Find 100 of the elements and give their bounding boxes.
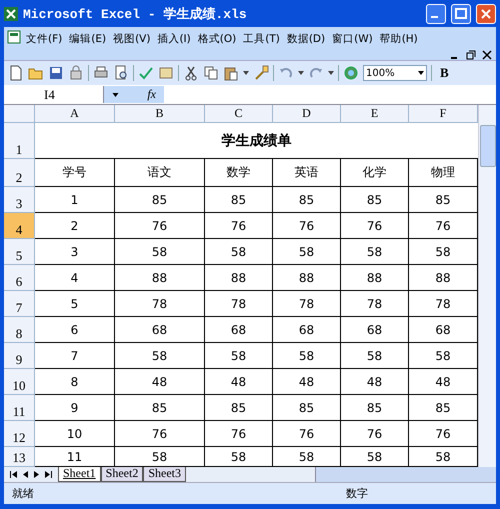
row-header[interactable]: 1 — [4, 123, 35, 159]
column-header[interactable]: E — [341, 105, 409, 123]
table-cell: 85 — [205, 395, 273, 421]
excel-logo-icon — [4, 6, 18, 20]
menu-item[interactable]: 编辑(E) — [66, 29, 110, 49]
cut-icon[interactable] — [183, 65, 199, 81]
table-cell: 2 — [35, 213, 115, 239]
row-header[interactable]: 5 — [4, 239, 35, 265]
table-cell: 4 — [35, 265, 115, 291]
table-cell: 58 — [115, 239, 205, 265]
table-cell: 76 — [115, 421, 205, 447]
table-cell: 3 — [35, 239, 115, 265]
caret-icon[interactable] — [418, 71, 424, 75]
menu-item[interactable]: 格式(O) — [194, 29, 240, 49]
bold-button[interactable]: B — [436, 65, 453, 81]
table-cell: 48 — [341, 369, 409, 395]
caret-icon[interactable] — [243, 71, 249, 75]
minimize-button[interactable] — [426, 4, 446, 24]
table-cell: 85 — [341, 395, 409, 421]
table-cell: 58 — [273, 239, 341, 265]
table-cell: 85 — [273, 395, 341, 421]
table-cell: 58 — [341, 343, 409, 369]
table-cell: 88 — [341, 265, 409, 291]
close-icon[interactable] — [482, 50, 492, 60]
column-header[interactable]: B — [115, 105, 205, 123]
zoom-dropdown[interactable]: 100% — [363, 65, 427, 81]
function-button[interactable]: fx — [147, 87, 156, 102]
column-header[interactable]: D — [273, 105, 341, 123]
row-header[interactable]: 9 — [4, 343, 35, 369]
menu-item[interactable]: 视图(V) — [110, 29, 154, 49]
next-sheet-icon[interactable] — [34, 471, 39, 478]
table-cell: 48 — [273, 369, 341, 395]
table-cell: 58 — [205, 343, 273, 369]
table-cell: 88 — [115, 265, 205, 291]
menu-item[interactable]: 窗口(W) — [329, 29, 376, 49]
horizontal-scrollbar[interactable] — [315, 467, 496, 482]
row-header[interactable]: 4 — [4, 213, 35, 239]
menu-item[interactable]: 文件(F) — [23, 29, 66, 49]
row-header[interactable]: 10 — [4, 369, 35, 395]
sheet-tab[interactable]: Sheet1 — [58, 467, 101, 482]
caret-icon[interactable] — [112, 92, 119, 96]
table-cell: 68 — [115, 317, 205, 343]
workbook-icon[interactable] — [6, 29, 22, 45]
caret-icon[interactable] — [328, 71, 334, 75]
table-cell: 78 — [115, 291, 205, 317]
vertical-scrollbar[interactable] — [478, 105, 496, 467]
sheet-tab[interactable]: Sheet3 — [143, 467, 186, 482]
table-cell: 10 — [35, 421, 115, 447]
table-cell: 85 — [115, 187, 205, 213]
table-cell: 58 — [205, 239, 273, 265]
window-title: Microsoft Excel - 学生成绩.xls — [23, 6, 248, 22]
table-cell: 78 — [341, 291, 409, 317]
table-cell: 85 — [273, 187, 341, 213]
format-painter-icon[interactable] — [253, 65, 269, 81]
save-icon[interactable] — [48, 65, 64, 81]
table-cell: 76 — [341, 213, 409, 239]
table-cell: 5 — [35, 291, 115, 317]
copy-icon[interactable] — [203, 65, 219, 81]
column-header[interactable]: F — [409, 105, 478, 123]
menu-item[interactable]: 工具(T) — [240, 29, 283, 49]
column-header[interactable]: A — [35, 105, 115, 123]
table-cell: 85 — [205, 187, 273, 213]
column-header[interactable]: C — [205, 105, 273, 123]
menu-item[interactable]: 插入(I) — [154, 29, 194, 49]
new-file-icon[interactable] — [8, 65, 24, 81]
previous-sheet-icon[interactable] — [23, 471, 28, 478]
table-cell: 76 — [273, 421, 341, 447]
table-cell: 48 — [205, 369, 273, 395]
row-header[interactable]: 11 — [4, 395, 35, 421]
first-sheet-icon[interactable] — [10, 471, 17, 478]
row-header[interactable]: 7 — [4, 291, 35, 317]
table-cell: 9 — [35, 395, 115, 421]
status-mode: 数字 — [346, 486, 368, 501]
table-cell: 68 — [341, 317, 409, 343]
paste-icon[interactable] — [223, 65, 239, 81]
table-cell: 76 — [205, 421, 273, 447]
row-header[interactable]: 12 — [4, 421, 35, 447]
status-text: 就绪 — [12, 486, 35, 501]
table-cell: 58 — [341, 239, 409, 265]
row-header[interactable]: 2 — [4, 159, 35, 187]
table-cell: 78 — [273, 291, 341, 317]
sheet-tab[interactable]: Sheet2 — [100, 467, 144, 482]
restore-icon[interactable] — [466, 50, 476, 60]
row-header[interactable]: 3 — [4, 187, 35, 213]
row-header[interactable]: 8 — [4, 317, 35, 343]
caret-icon[interactable] — [298, 71, 304, 75]
menu-item[interactable]: 数据(D) — [284, 29, 328, 49]
row-header[interactable]: 13 — [4, 447, 35, 467]
row-header[interactable]: 6 — [4, 265, 35, 291]
table-cell: 6 — [35, 317, 115, 343]
close-button[interactable] — [476, 4, 496, 24]
table-cell: 48 — [115, 369, 205, 395]
table-cell: 88 — [205, 265, 273, 291]
last-sheet-icon[interactable] — [45, 471, 52, 478]
table-cell: 58 — [115, 343, 205, 369]
print-preview-icon[interactable] — [113, 65, 129, 81]
table-cell: 85 — [341, 187, 409, 213]
maximize-button[interactable] — [451, 4, 471, 24]
table-cell: 语文 — [115, 159, 205, 187]
menu-item[interactable]: 帮助(H) — [376, 29, 421, 49]
